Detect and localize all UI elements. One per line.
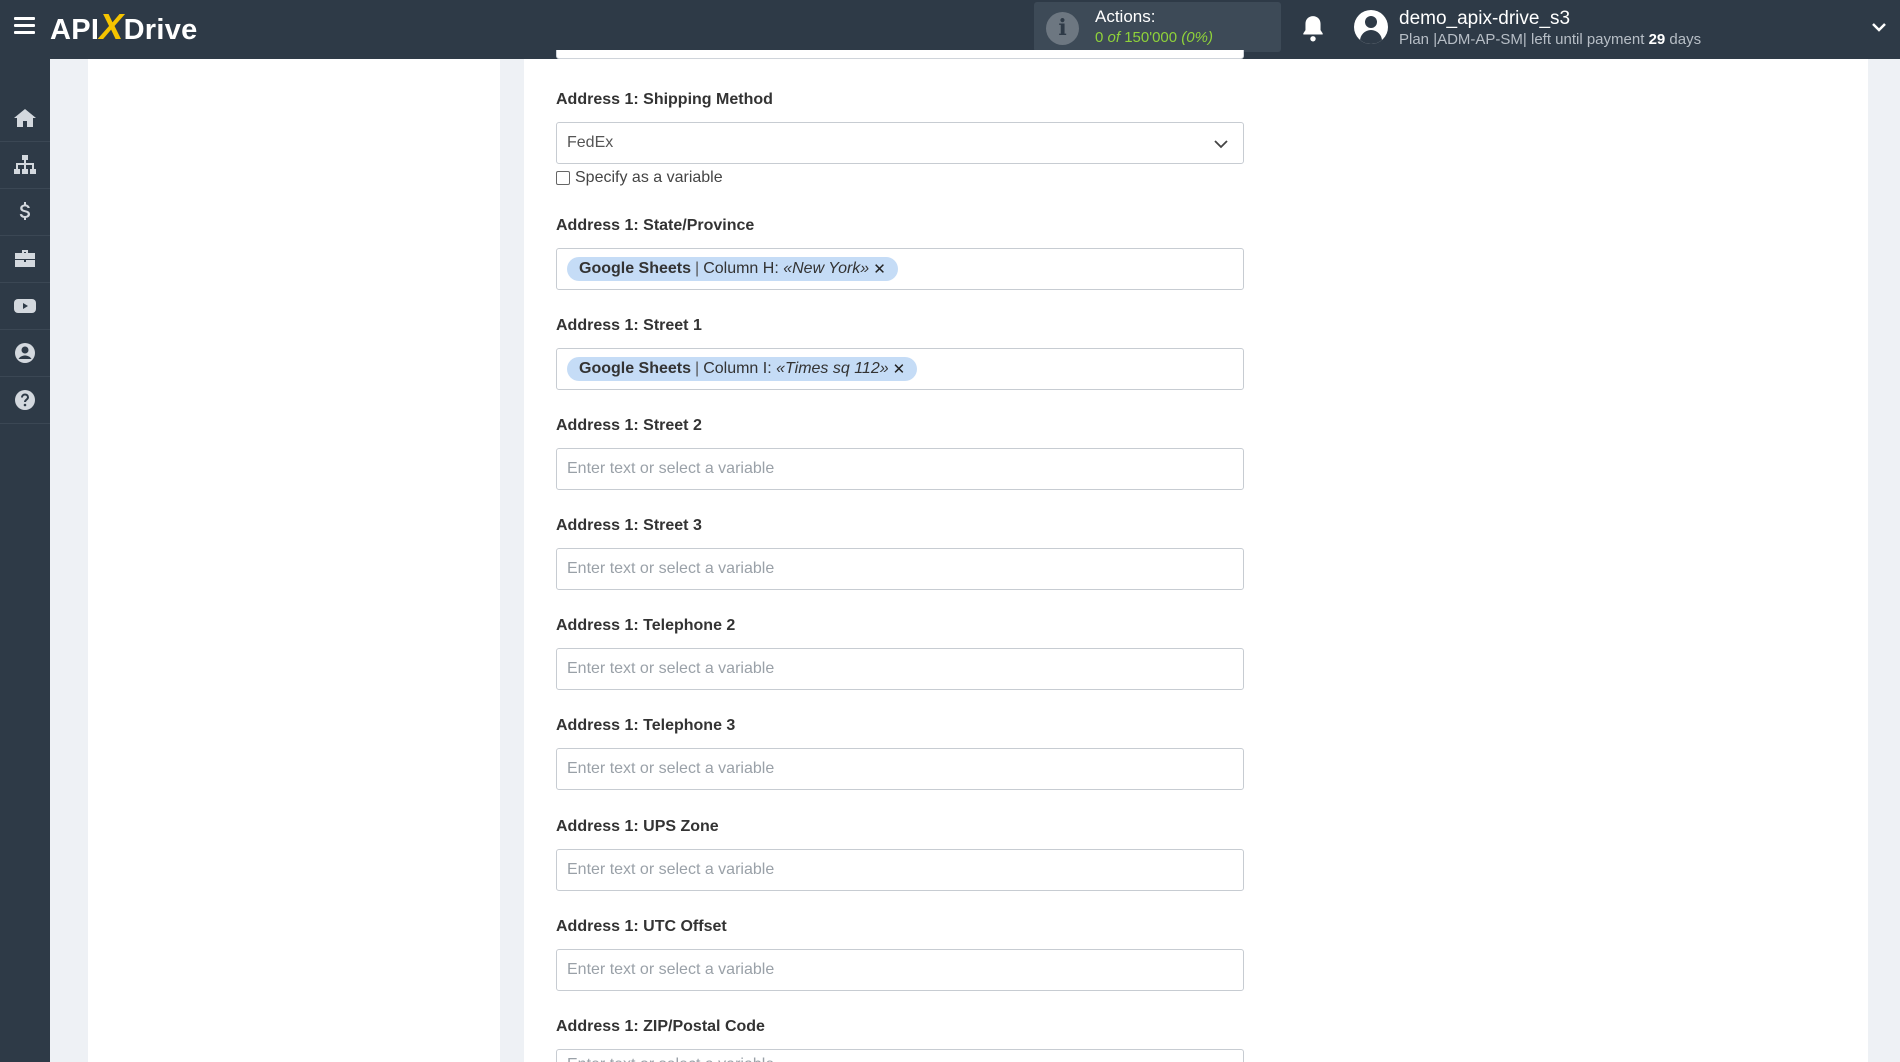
sitemap-icon bbox=[14, 155, 36, 174]
checkbox[interactable] bbox=[556, 171, 570, 185]
actions-counter[interactable]: i Actions: 0 of 150'000 (0%) bbox=[1034, 2, 1281, 52]
field-label: Address 1: Street 1 bbox=[556, 317, 702, 334]
field-zip-postal-code: Address 1: ZIP/Postal Code Enter text or… bbox=[556, 1017, 1244, 1062]
state-province-input[interactable]: Google Sheets | Column H: «New York» ✕ bbox=[556, 248, 1244, 290]
field-label: Address 1: UPS Zone bbox=[556, 818, 719, 835]
field-label: Address 1: Street 2 bbox=[556, 417, 702, 434]
sidebar-item-home[interactable] bbox=[0, 95, 50, 142]
dollar-icon bbox=[19, 202, 30, 220]
specify-variable-checkbox[interactable]: Specify as a variable bbox=[556, 169, 1244, 187]
telephone-2-input[interactable]: Enter text or select a variable bbox=[556, 648, 1244, 690]
utc-offset-input[interactable]: Enter text or select a variable bbox=[556, 949, 1244, 991]
bell-icon[interactable] bbox=[1300, 14, 1326, 42]
variable-tag[interactable]: Google Sheets | Column H: «New York» ✕ bbox=[567, 257, 898, 281]
placeholder: Enter text or select a variable bbox=[567, 861, 775, 878]
close-icon[interactable]: ✕ bbox=[893, 360, 906, 378]
telephone-3-input[interactable]: Enter text or select a variable bbox=[556, 748, 1244, 790]
help-icon bbox=[15, 390, 35, 410]
field-state-province: Address 1: State/Province Google Sheets |… bbox=[556, 216, 1244, 290]
sidebar-item-connections[interactable] bbox=[0, 142, 50, 189]
plan-info: Plan |ADM-AP-SM| left until payment 29 d… bbox=[1399, 31, 1702, 48]
logo[interactable]: APIXDrive bbox=[50, 9, 198, 47]
placeholder: Enter text or select a variable bbox=[567, 660, 775, 677]
street-2-input[interactable]: Enter text or select a variable bbox=[556, 448, 1244, 490]
home-icon bbox=[14, 109, 36, 127]
placeholder: Enter text or select a variable bbox=[567, 1056, 774, 1062]
avatar[interactable] bbox=[1354, 10, 1388, 44]
ups-zone-input[interactable]: Enter text or select a variable bbox=[556, 849, 1244, 891]
sidebar-item-account[interactable] bbox=[0, 330, 50, 377]
user-circle-icon bbox=[15, 343, 35, 363]
sidebar-item-projects[interactable] bbox=[0, 236, 50, 283]
actions-value: 0 of 150'000 (0%) bbox=[1095, 29, 1213, 46]
youtube-icon bbox=[14, 299, 36, 313]
chevron-down-icon[interactable] bbox=[1872, 20, 1886, 34]
field-telephone-2: Address 1: Telephone 2 Enter text or sel… bbox=[556, 616, 1244, 690]
left-panel bbox=[88, 59, 500, 1062]
field-utc-offset: Address 1: UTC Offset Enter text or sele… bbox=[556, 917, 1244, 991]
street-1-input[interactable]: Google Sheets | Column I: «Times sq 112» ✕ bbox=[556, 348, 1244, 390]
field-label: Address 1: State/Province bbox=[556, 217, 755, 234]
field-street-1: Address 1: Street 1 Google Sheets | Column… bbox=[556, 316, 1244, 390]
previous-field-input[interactable] bbox=[556, 50, 1244, 59]
actions-label: Actions: bbox=[1095, 7, 1156, 26]
sidebar bbox=[0, 59, 50, 1062]
close-icon[interactable]: ✕ bbox=[873, 260, 886, 278]
field-street-2: Address 1: Street 2 Enter text or select… bbox=[556, 416, 1244, 490]
sidebar-item-videos[interactable] bbox=[0, 283, 50, 330]
info-icon: i bbox=[1046, 12, 1079, 45]
chevron-down-icon bbox=[1214, 140, 1228, 149]
field-ups-zone: Address 1: UPS Zone Enter text or select… bbox=[556, 817, 1244, 891]
sidebar-item-help[interactable] bbox=[0, 377, 50, 424]
placeholder: Enter text or select a variable bbox=[567, 560, 775, 577]
username[interactable]: demo_apix-drive_s3 bbox=[1399, 8, 1570, 30]
variable-tag[interactable]: Google Sheets | Column I: «Times sq 112» ✕ bbox=[567, 357, 918, 381]
placeholder: Enter text or select a variable bbox=[567, 961, 775, 978]
field-label: Address 1: Telephone 3 bbox=[556, 717, 736, 734]
sidebar-item-billing[interactable] bbox=[0, 189, 50, 236]
selected-value: FedEx bbox=[567, 134, 614, 151]
field-label: Address 1: Shipping Method bbox=[556, 91, 773, 108]
checkbox-label: Specify as a variable bbox=[575, 169, 723, 186]
placeholder: Enter text or select a variable bbox=[567, 760, 775, 777]
field-label: Address 1: UTC Offset bbox=[556, 918, 727, 935]
field-shipping-method: Address 1: Shipping Method FedEx Specify… bbox=[556, 90, 1244, 187]
placeholder: Enter text or select a variable bbox=[567, 460, 775, 477]
field-label: Address 1: ZIP/Postal Code bbox=[556, 1018, 765, 1035]
shipping-method-select[interactable]: FedEx bbox=[556, 122, 1244, 164]
field-telephone-3: Address 1: Telephone 3 Enter text or sel… bbox=[556, 716, 1244, 790]
menu-icon[interactable] bbox=[14, 17, 35, 35]
street-3-input[interactable]: Enter text or select a variable bbox=[556, 548, 1244, 590]
zip-postal-code-input[interactable]: Enter text or select a variable bbox=[556, 1049, 1244, 1062]
field-street-3: Address 1: Street 3 Enter text or select… bbox=[556, 516, 1244, 590]
briefcase-icon bbox=[15, 250, 35, 267]
field-label: Address 1: Telephone 2 bbox=[556, 617, 736, 634]
field-label: Address 1: Street 3 bbox=[556, 517, 702, 534]
